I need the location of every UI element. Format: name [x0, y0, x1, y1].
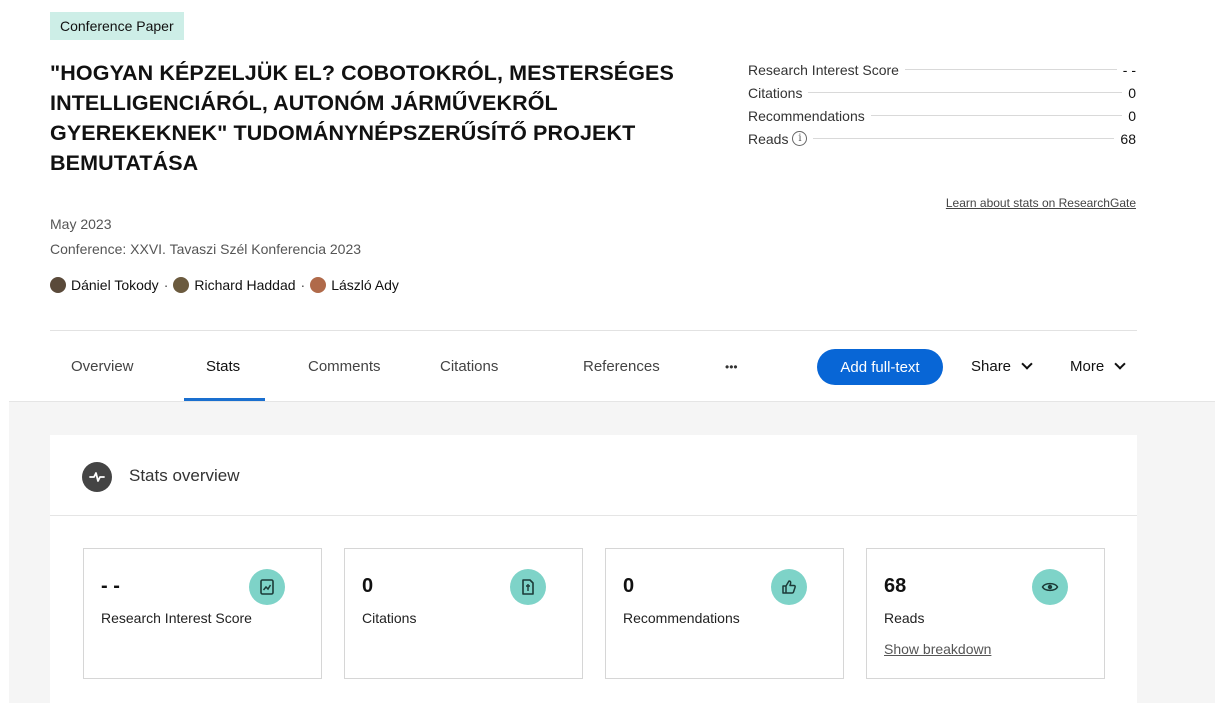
leader-line — [808, 92, 1123, 93]
stat-card-research-interest: - - Research Interest Score — [83, 548, 322, 679]
publication-header: Conference Paper "HOGYAN KÉPZELJÜK EL? C… — [0, 0, 1215, 401]
stat-card-label: Reads — [884, 610, 925, 626]
side-stats-panel: Research Interest Score - - Citations 0 … — [748, 58, 1136, 211]
side-stat-row: Citations 0 — [748, 81, 1136, 104]
tab-stats[interactable]: Stats — [206, 358, 240, 375]
pulse-icon — [82, 462, 112, 492]
stat-card-label: Research Interest Score — [101, 610, 252, 626]
tab-comments[interactable]: Comments — [308, 358, 381, 375]
author-separator: · — [300, 277, 306, 293]
stat-card-label: Citations — [362, 610, 417, 626]
add-full-text-button[interactable]: Add full-text — [817, 349, 943, 385]
stats-overview-title: Stats overview — [129, 466, 240, 485]
author-name: Richard Haddad — [194, 277, 296, 293]
side-stat-row: Reads i 68 — [748, 127, 1136, 150]
stat-card-value: 68 — [884, 575, 907, 597]
share-label: Share — [971, 358, 1012, 375]
author-list: Dániel Tokody · Richard Haddad · László … — [50, 277, 399, 293]
learn-about-stats-link[interactable]: Learn about stats on ResearchGate — [946, 196, 1136, 210]
tab-citations[interactable]: Citations — [440, 358, 498, 375]
author-separator: · — [163, 277, 169, 293]
side-stat-value: - - — [1122, 61, 1136, 78]
side-stat-label: Recommendations — [748, 107, 865, 124]
stat-card-value: 0 — [362, 575, 374, 597]
info-icon[interactable]: i — [792, 131, 808, 146]
show-breakdown-link[interactable]: Show breakdown — [884, 641, 991, 657]
chevron-down-icon — [1021, 358, 1033, 370]
side-stat-value: 0 — [1128, 107, 1136, 124]
conference-name: Conference: XXVI. Tavaszi Szél Konferenc… — [50, 241, 362, 257]
leader-line — [870, 115, 1123, 116]
publication-title: "HOGYAN KÉPZELJÜK EL? COBOTOKRÓL, MESTER… — [50, 61, 674, 175]
share-dropdown[interactable]: Share — [971, 358, 1033, 375]
tab-references[interactable]: References — [583, 358, 660, 375]
stat-card-value: - - — [101, 575, 120, 597]
side-stat-label: Reads — [748, 130, 789, 147]
tab-bar: Overview Stats Comments Citations Refere… — [50, 331, 1137, 401]
author-item[interactable]: Dániel Tokody — [50, 277, 159, 293]
author-item[interactable]: László Ady — [310, 277, 399, 293]
more-dropdown[interactable]: More — [1070, 358, 1126, 375]
tab-overview[interactable]: Overview — [71, 358, 134, 375]
leader-line — [904, 69, 1117, 70]
side-stat-row: Research Interest Score - - — [748, 58, 1136, 81]
more-label: More — [1070, 358, 1105, 375]
stat-card-reads: 68 Reads Show breakdown — [866, 548, 1105, 679]
side-stat-value: 0 — [1128, 84, 1136, 101]
tab-overflow-menu[interactable]: ••• — [725, 360, 738, 374]
publication-date: May 2023 — [50, 216, 112, 232]
stat-card-citations: 0 Citations — [344, 548, 583, 679]
chevron-down-icon — [1114, 358, 1126, 370]
author-item[interactable]: Richard Haddad — [173, 277, 296, 293]
eye-icon — [1032, 569, 1068, 605]
avatar — [173, 277, 190, 293]
side-stat-value: 68 — [1120, 130, 1136, 147]
side-stat-label: Research Interest Score — [748, 61, 899, 78]
publication-type-badge: Conference Paper — [50, 12, 184, 40]
avatar — [50, 277, 66, 293]
author-name: László Ady — [331, 277, 399, 293]
avatar — [310, 277, 327, 293]
stat-card-label: Recommendations — [623, 610, 740, 626]
leader-line — [813, 138, 1115, 139]
research-interest-icon — [249, 569, 285, 605]
side-stat-label: Citations — [748, 84, 803, 101]
stats-overview-card: Stats overview - - Research Interest Sco… — [50, 435, 1137, 703]
citation-icon — [510, 569, 546, 605]
thumbs-up-icon — [771, 569, 807, 605]
author-name: Dániel Tokody — [71, 277, 159, 293]
stat-card-recommendations: 0 Recommendations — [605, 548, 844, 679]
stats-overview-header: Stats overview — [50, 435, 1137, 516]
stat-card-value: 0 — [623, 575, 635, 597]
side-stat-row: Recommendations 0 — [748, 104, 1136, 127]
